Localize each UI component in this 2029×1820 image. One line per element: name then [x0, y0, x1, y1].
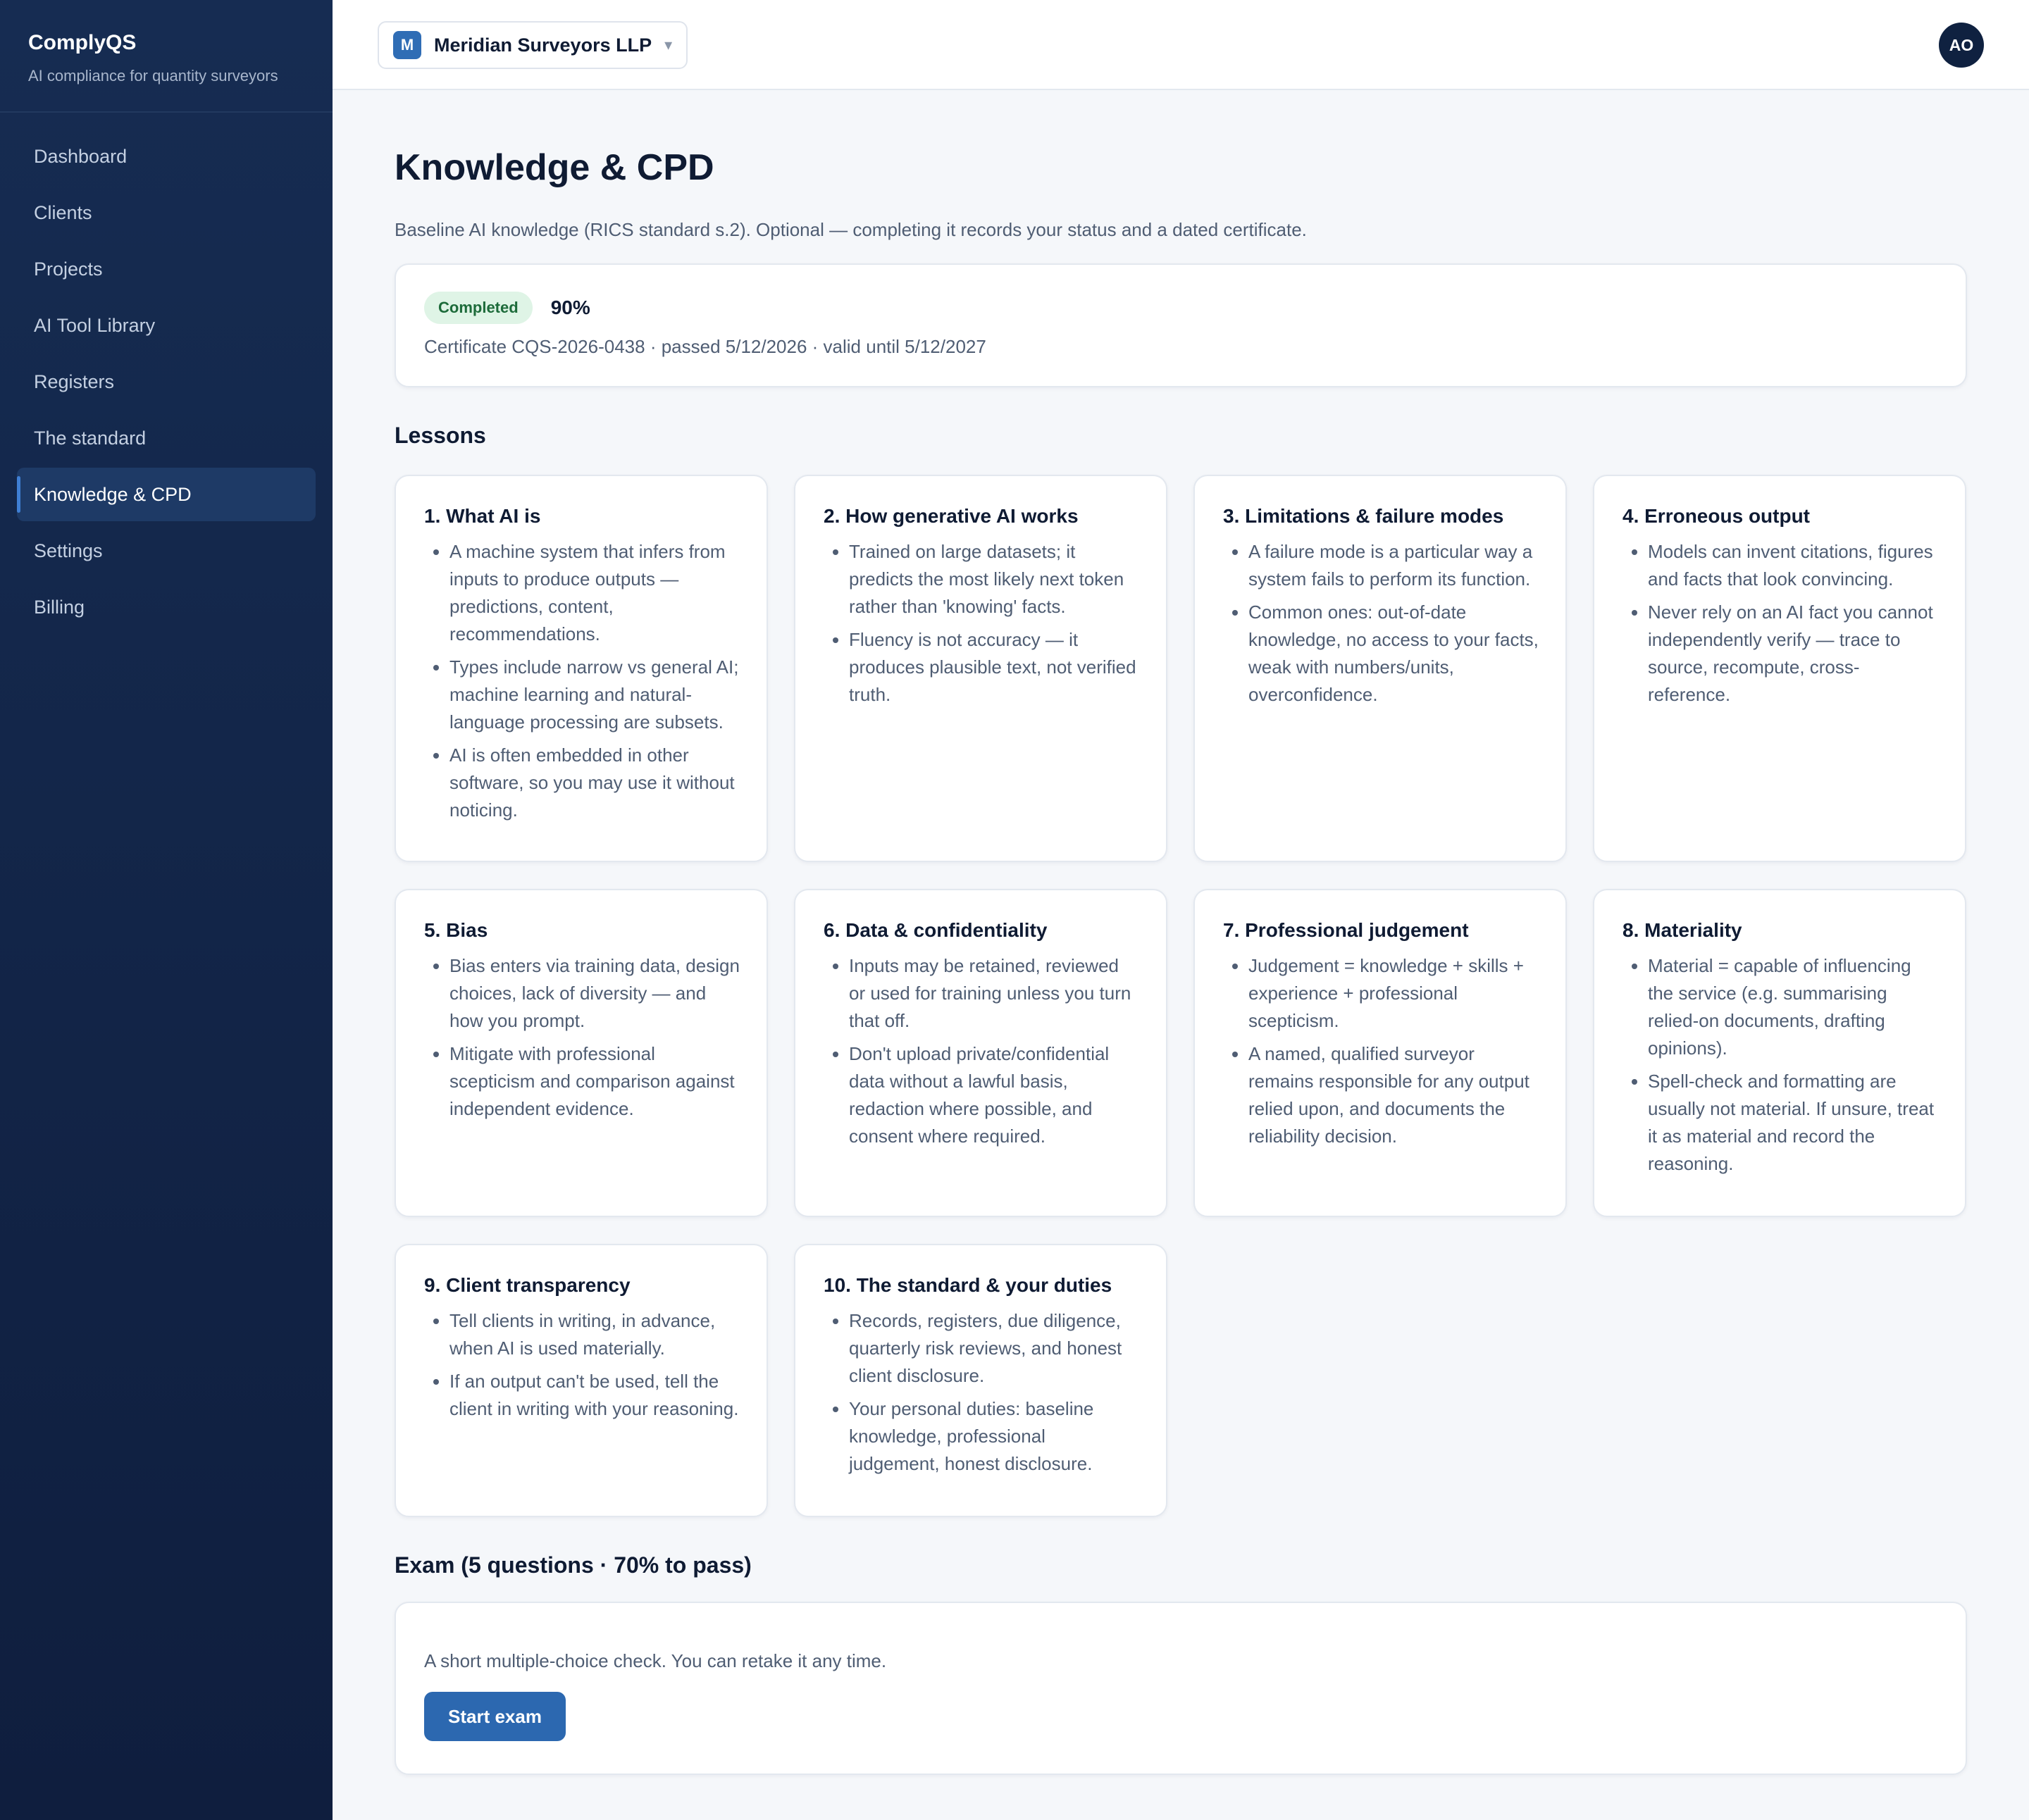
sidebar-item-clients[interactable]: Clients	[17, 186, 316, 239]
lesson-point: Types include narrow vs general AI; mach…	[449, 654, 740, 736]
lesson-card: 10. The standard & your duties Records, …	[794, 1244, 1167, 1517]
lesson-card: 3. Limitations & failure modes A failure…	[1193, 475, 1567, 862]
user-avatar[interactable]: AO	[1939, 23, 1984, 68]
sidebar-item-billing[interactable]: Billing	[17, 580, 316, 634]
chevron-down-icon: ▾	[664, 36, 673, 54]
exam-description: A short multiple-choice check. You can r…	[424, 1650, 887, 1671]
lesson-point: Bias enters via training data, design ch…	[449, 952, 740, 1035]
sidebar-item-the-standard[interactable]: The standard	[17, 411, 316, 465]
lesson-points: Bias enters via training data, design ch…	[424, 952, 740, 1123]
sidebar-item-dashboard[interactable]: Dashboard	[17, 130, 316, 183]
lesson-point: AI is often embedded in other software, …	[449, 742, 740, 824]
exam-heading: Exam (5 questions · 70% to pass)	[395, 1552, 752, 1578]
lesson-point: Fluency is not accuracy — it produces pl…	[849, 626, 1139, 709]
certificate-status-card: Completed 90% Certificate CQS-2026-0438 …	[395, 263, 1967, 387]
lesson-title: 9. Client transparency	[424, 1274, 631, 1296]
lesson-points: Inputs may be retained, reviewed or used…	[824, 952, 1139, 1150]
lesson-card: 9. Client transparency Tell clients in w…	[395, 1244, 768, 1517]
exam-card: A short multiple-choice check. You can r…	[395, 1602, 1967, 1775]
lesson-point: Spell-check and formatting are usually n…	[1648, 1068, 1938, 1178]
lesson-title: 7. Professional judgement	[1223, 919, 1469, 941]
lesson-title: 5. Bias	[424, 919, 488, 941]
lesson-card: 7. Professional judgement Judgement = kn…	[1193, 889, 1567, 1217]
lesson-points: Judgement = knowledge + skills + experie…	[1223, 952, 1539, 1150]
lessons-grid: 1. What AI is A machine system that infe…	[395, 475, 1967, 1517]
lesson-title: 1. What AI is	[424, 505, 541, 527]
lesson-points: Material = capable of influencing the se…	[1622, 952, 1938, 1178]
lesson-title: 2. How generative AI works	[824, 505, 1079, 527]
lesson-card: 1. What AI is A machine system that infe…	[395, 475, 768, 862]
lesson-point: Judgement = knowledge + skills + experie…	[1248, 952, 1539, 1035]
lesson-card: 5. Bias Bias enters via training data, d…	[395, 889, 768, 1217]
lesson-title: 4. Erroneous output	[1622, 505, 1810, 527]
lesson-point: Trained on large datasets; it predicts t…	[849, 538, 1139, 621]
lesson-card: 6. Data & confidentiality Inputs may be …	[794, 889, 1167, 1217]
sidebar-item-settings[interactable]: Settings	[17, 524, 316, 578]
lesson-point: A failure mode is a particular way a sys…	[1248, 538, 1539, 593]
lesson-point: Your personal duties: baseline knowledge…	[849, 1395, 1139, 1478]
main-content: Knowledge & CPD Baseline AI knowledge (R…	[395, 90, 1967, 1775]
sidebar-item-projects[interactable]: Projects	[17, 242, 316, 296]
lesson-point: Mitigate with professional scepticism an…	[449, 1040, 740, 1123]
sidebar-item-registers[interactable]: Registers	[17, 355, 316, 409]
org-switcher[interactable]: M Meridian Surveyors LLP ▾	[378, 21, 688, 69]
certificate-details: Certificate CQS-2026-0438 · passed 5/12/…	[424, 336, 986, 357]
org-badge: M	[393, 31, 421, 59]
lesson-point: Common ones: out-of-date knowledge, no a…	[1248, 599, 1539, 709]
sidebar: ComplyQS AI compliance for quantity surv…	[0, 0, 333, 1820]
start-exam-button[interactable]: Start exam	[424, 1692, 566, 1741]
lesson-point: A named, qualified surveyor remains resp…	[1248, 1040, 1539, 1150]
sidebar-item-ai-tool-library[interactable]: AI Tool Library	[17, 299, 316, 352]
lesson-point: Material = capable of influencing the se…	[1648, 952, 1938, 1062]
lesson-point: Models can invent citations, figures and…	[1648, 538, 1938, 593]
topbar: M Meridian Surveyors LLP ▾ AO	[333, 0, 2029, 90]
app-name: ComplyQS	[28, 31, 137, 54]
lesson-title: 8. Materiality	[1622, 919, 1742, 941]
lesson-points: A machine system that infers from inputs…	[424, 538, 740, 824]
lesson-points: Tell clients in writing, in advance, whe…	[424, 1307, 740, 1423]
lesson-points: Trained on large datasets; it predicts t…	[824, 538, 1139, 709]
lesson-point: A machine system that infers from inputs…	[449, 538, 740, 648]
brand: ComplyQS AI compliance for quantity surv…	[0, 0, 333, 113]
lesson-point: Never rely on an AI fact you cannot inde…	[1648, 599, 1938, 709]
exam-score: 90%	[550, 297, 590, 318]
status-badge: Completed	[424, 292, 533, 324]
page-title: Knowledge & CPD	[395, 147, 714, 188]
lesson-point: If an output can't be used, tell the cli…	[449, 1368, 740, 1423]
lesson-points: A failure mode is a particular way a sys…	[1223, 538, 1539, 709]
org-name: Meridian Surveyors LLP	[434, 34, 652, 56]
lesson-point: Don't upload private/confidential data w…	[849, 1040, 1139, 1150]
page-subtitle: Baseline AI knowledge (RICS standard s.2…	[395, 219, 1307, 240]
lesson-point: Tell clients in writing, in advance, whe…	[449, 1307, 740, 1362]
lesson-point: Records, registers, due diligence, quart…	[849, 1307, 1139, 1390]
app-tagline: AI compliance for quantity surveyors	[28, 67, 278, 85]
lesson-title: 10. The standard & your duties	[824, 1274, 1112, 1296]
lesson-points: Records, registers, due diligence, quart…	[824, 1307, 1139, 1478]
lesson-card: 2. How generative AI works Trained on la…	[794, 475, 1167, 862]
lesson-card: 4. Erroneous output Models can invent ci…	[1593, 475, 1966, 862]
lesson-points: Models can invent citations, figures and…	[1622, 538, 1938, 709]
lesson-title: 3. Limitations & failure modes	[1223, 505, 1504, 527]
sidebar-nav: Dashboard Clients Projects AI Tool Libra…	[0, 113, 333, 634]
lessons-heading: Lessons	[395, 423, 486, 448]
lesson-card: 8. Materiality Material = capable of inf…	[1593, 889, 1966, 1217]
sidebar-item-knowledge-cpd[interactable]: Knowledge & CPD	[17, 468, 316, 521]
lesson-point: Inputs may be retained, reviewed or used…	[849, 952, 1139, 1035]
lesson-title: 6. Data & confidentiality	[824, 919, 1048, 941]
